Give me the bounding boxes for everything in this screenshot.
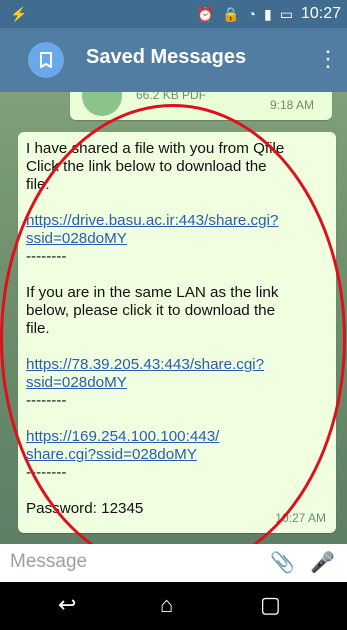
separator: -------- [26,464,67,481]
message-time: 9:18 AM [269,98,314,112]
message-line: If you are in the same LAN as the link [26,284,279,301]
bookmark-icon[interactable] [28,42,64,78]
message-line: below, please click it to download the [26,302,276,319]
back-icon[interactable]: ↩ [58,592,76,618]
message-input[interactable]: Message [10,551,87,573]
recent-apps-icon[interactable]: ▢ [260,592,281,618]
file-icon [82,92,122,116]
message-text: I have shared a file with you from Qfile… [26,140,326,518]
separator: -------- [26,248,67,265]
message-time: 10:27 AM [275,511,326,525]
home-icon[interactable]: ⌂ [160,592,173,618]
message-line: Click the link below to download the [26,158,267,175]
lock-icon: 🔒 [222,5,240,22]
alarm-icon: ⏰ [196,5,215,22]
chat-title[interactable]: Saved Messages [86,46,246,69]
chat-area: 66.2 KB PDF 9:18 AM I have shared a file… [0,92,347,544]
link-lan-ip[interactable]: https://169.254.100.100:443/ [26,428,326,446]
nav-bar: ↩ ⌂ ▢ [0,582,347,630]
link-lan-ip-continued[interactable]: share.cgi?ssid=028doMY [26,446,326,464]
message-line: I have shared a file with you from Qfile [26,140,285,157]
chat-header: Saved Messages ⋮ [0,28,347,92]
link-drive[interactable]: https://drive.basu.ac.ir:443/share.cgi? [26,212,326,230]
file-message[interactable]: 66.2 KB PDF 9:18 AM [70,92,332,120]
status-icons: ⏰ 🔒 ◔ ▮ ▭ 10:27 [197,5,341,23]
file-size: 66.2 KB PDF [136,92,207,102]
usb-icon: ⚡ [10,6,28,22]
microphone-icon[interactable]: 🎤 [310,550,335,575]
link-public-ip-continued[interactable]: ssid=028doMY [26,374,326,392]
more-vertical-icon[interactable]: ⋮ [317,46,339,72]
battery-icon: ▭ [279,5,293,22]
message-line: file. [26,320,50,337]
message-line: file: [26,176,50,193]
message-composer[interactable]: Message 📎 🎤 [0,544,347,582]
message-bubble[interactable]: I have shared a file with you from Qfile… [18,132,336,533]
signal-icon: ▮ [264,5,272,22]
separator: -------- [26,392,67,409]
paperclip-icon[interactable]: 📎 [270,550,295,575]
wifi-icon: ◔ [247,6,256,22]
link-drive-continued[interactable]: ssid=028doMY [26,230,326,248]
clock: 10:27 [300,5,341,22]
status-bar: ⚡ ⏰ 🔒 ◔ ▮ ▭ 10:27 [0,0,347,28]
link-public-ip[interactable]: https://78.39.205.43:443/share.cgi? [26,356,326,374]
